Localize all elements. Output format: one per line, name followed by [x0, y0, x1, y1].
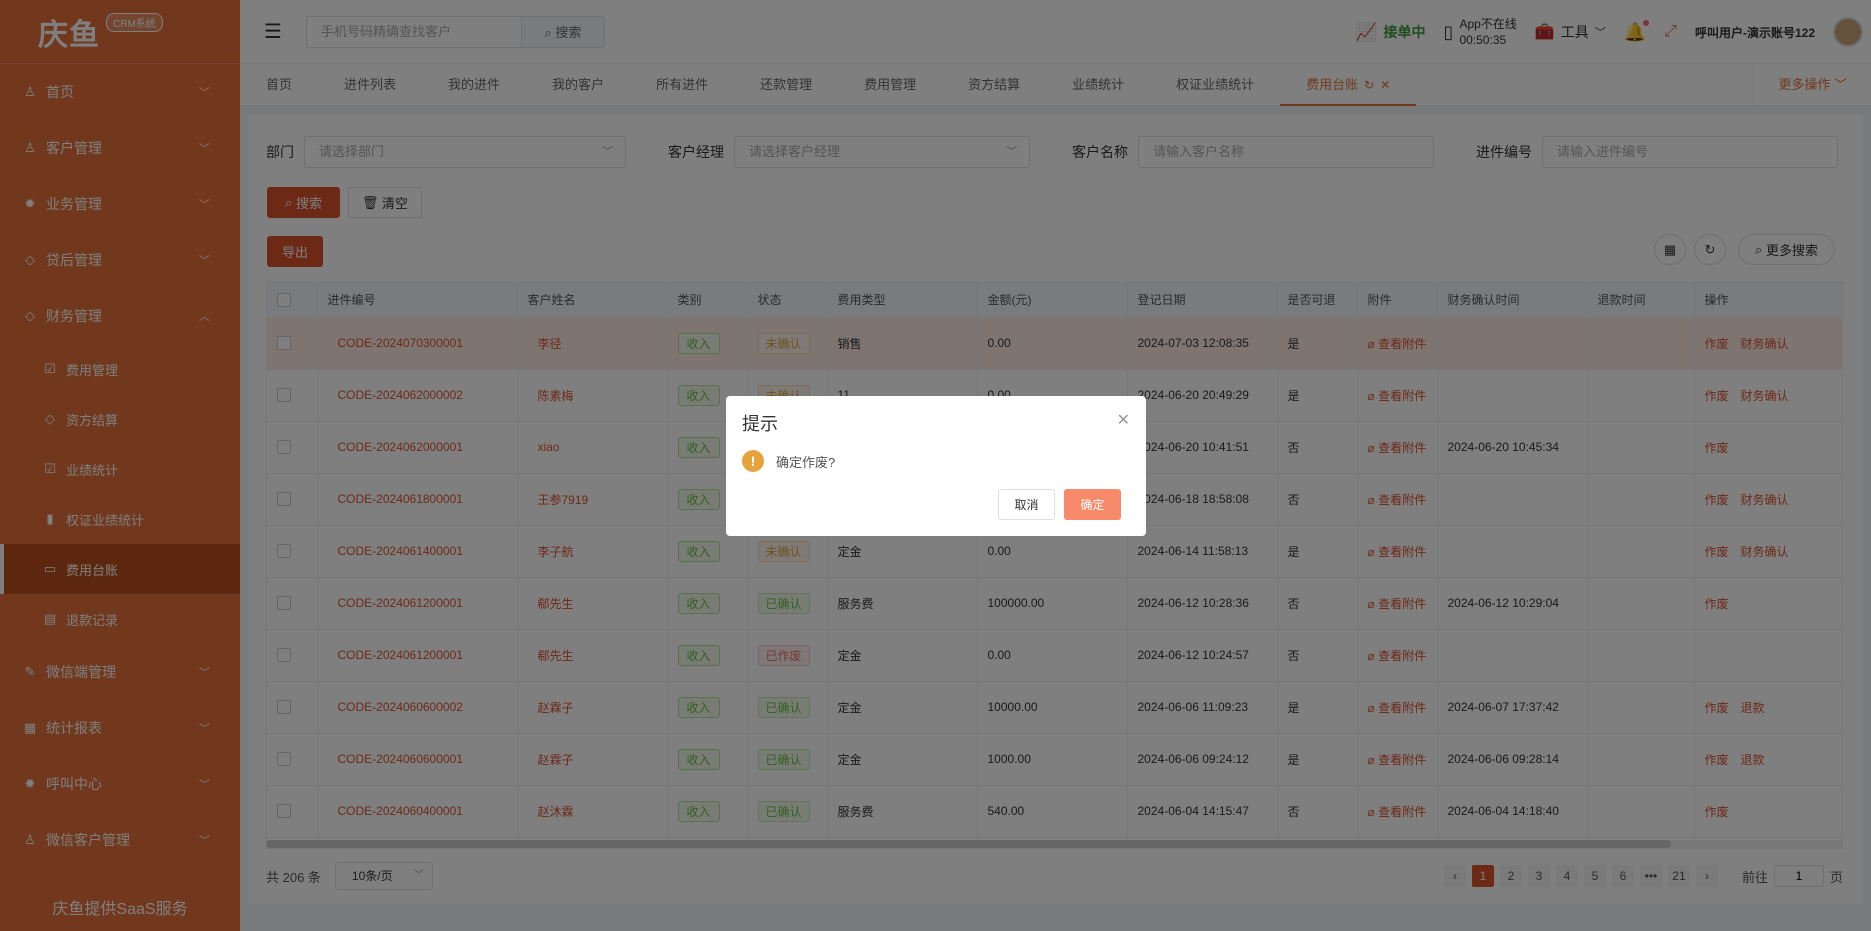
- close-icon[interactable]: ✕: [1117, 410, 1130, 430]
- dialog-body: ! 确定作废?: [742, 450, 835, 472]
- warning-icon: !: [742, 450, 764, 472]
- dialog-title: 提示: [742, 414, 778, 434]
- cancel-button[interactable]: 取消: [998, 489, 1055, 520]
- dialog-message: 确定作废?: [776, 454, 836, 470]
- confirm-dialog: 提示 ✕ ! 确定作废? 取消 确定: [726, 396, 1146, 536]
- confirm-button[interactable]: 确定: [1064, 489, 1121, 520]
